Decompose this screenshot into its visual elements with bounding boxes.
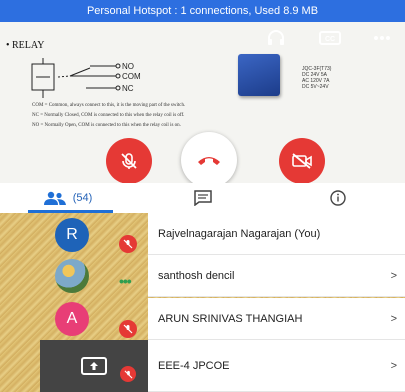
- participant-row[interactable]: EEE-4 JPCOE >: [148, 340, 405, 392]
- bullet-no: NO = Normally Open, COM is connected to …: [32, 123, 181, 128]
- relay-photo: [238, 54, 280, 96]
- participant-name: santhosh dencil: [158, 269, 235, 282]
- info-icon: [329, 190, 346, 206]
- chat-icon: [193, 190, 212, 206]
- no-label: NO: [122, 62, 134, 71]
- participants-tab[interactable]: (54): [0, 183, 135, 213]
- relay-specs: JQC-3F(T73) DC 24V 5A AC 120V 7A DC 5V~2…: [302, 66, 331, 90]
- svg-text:CC: CC: [325, 36, 335, 43]
- end-call-icon: [198, 157, 220, 165]
- avatar-initial: R: [66, 226, 78, 243]
- video-off-icon: [292, 153, 312, 169]
- chevron-right-icon: >: [390, 359, 397, 372]
- participant-list: R Rajvelnagarajan Nagarajan (You) ••• sa…: [0, 213, 405, 392]
- mic-off-icon: [120, 366, 136, 382]
- people-icon: [43, 191, 66, 205]
- avatar: A: [55, 302, 89, 336]
- participant-info: ARUN SRINIVAS THANGIAH >: [148, 298, 405, 340]
- bullet-nc: NC = Normally Closed, COM is connected t…: [32, 113, 185, 118]
- hotspot-status-bar: Personal Hotspot : 1 connections, Used 8…: [0, 0, 405, 22]
- hotspot-status-text: Personal Hotspot : 1 connections, Used 8…: [86, 5, 319, 17]
- avatar: R: [55, 218, 89, 252]
- more-icon[interactable]: [370, 28, 394, 48]
- headphones-icon[interactable]: [264, 28, 288, 48]
- relay-schematic: NO COM NC: [31, 58, 141, 98]
- more-dots-icon: •••: [119, 273, 132, 289]
- mic-off-icon: [119, 320, 137, 338]
- participants-count: (54): [72, 192, 93, 204]
- avatar-initial: A: [66, 310, 78, 327]
- slide-bullets: COM = Common, always connect to this, it…: [32, 102, 282, 132]
- participant-name: ARUN SRINIVAS THANGIAH: [158, 312, 303, 325]
- screen-share-icon: [81, 357, 107, 375]
- participant-row[interactable]: R Rajvelnagarajan Nagarajan (You): [0, 213, 405, 255]
- mute-button[interactable]: [106, 138, 152, 184]
- chevron-right-icon: >: [390, 312, 397, 325]
- screen-share-tile: [40, 340, 148, 392]
- mic-off-icon: [121, 153, 137, 169]
- screen: Personal Hotspot : 1 connections, Used 8…: [0, 0, 405, 392]
- participant-info: Rajvelnagarajan Nagarajan (You): [148, 213, 405, 255]
- participant-info: EEE-4 JPCOE >: [148, 340, 405, 392]
- mic-off-icon: [119, 235, 137, 253]
- participant-row[interactable]: A ARUN SRINIVAS THANGIAH >: [0, 298, 405, 340]
- video-toggle-button[interactable]: [279, 138, 325, 184]
- meeting-tab-bar: (54): [0, 183, 405, 213]
- chat-tab[interactable]: [135, 183, 270, 213]
- info-tab[interactable]: [270, 183, 405, 213]
- chevron-right-icon: >: [390, 269, 397, 282]
- slide-title: • RELAY: [6, 40, 45, 51]
- avatar-photo: [55, 259, 89, 293]
- com-label: COM: [122, 72, 141, 81]
- participant-name: EEE-4 JPCOE: [158, 359, 230, 372]
- bullet-com: COM = Common, always connect to this, it…: [32, 103, 186, 108]
- spec-line: DC 5V~24V: [302, 84, 329, 90]
- cc-icon[interactable]: CC: [318, 28, 342, 48]
- participant-row[interactable]: ••• santhosh dencil >: [0, 255, 405, 297]
- nc-label: NC: [122, 84, 134, 93]
- end-call-button[interactable]: [181, 132, 237, 188]
- participant-info: santhosh dencil >: [148, 255, 405, 297]
- participant-name: Rajvelnagarajan Nagarajan (You): [158, 227, 321, 240]
